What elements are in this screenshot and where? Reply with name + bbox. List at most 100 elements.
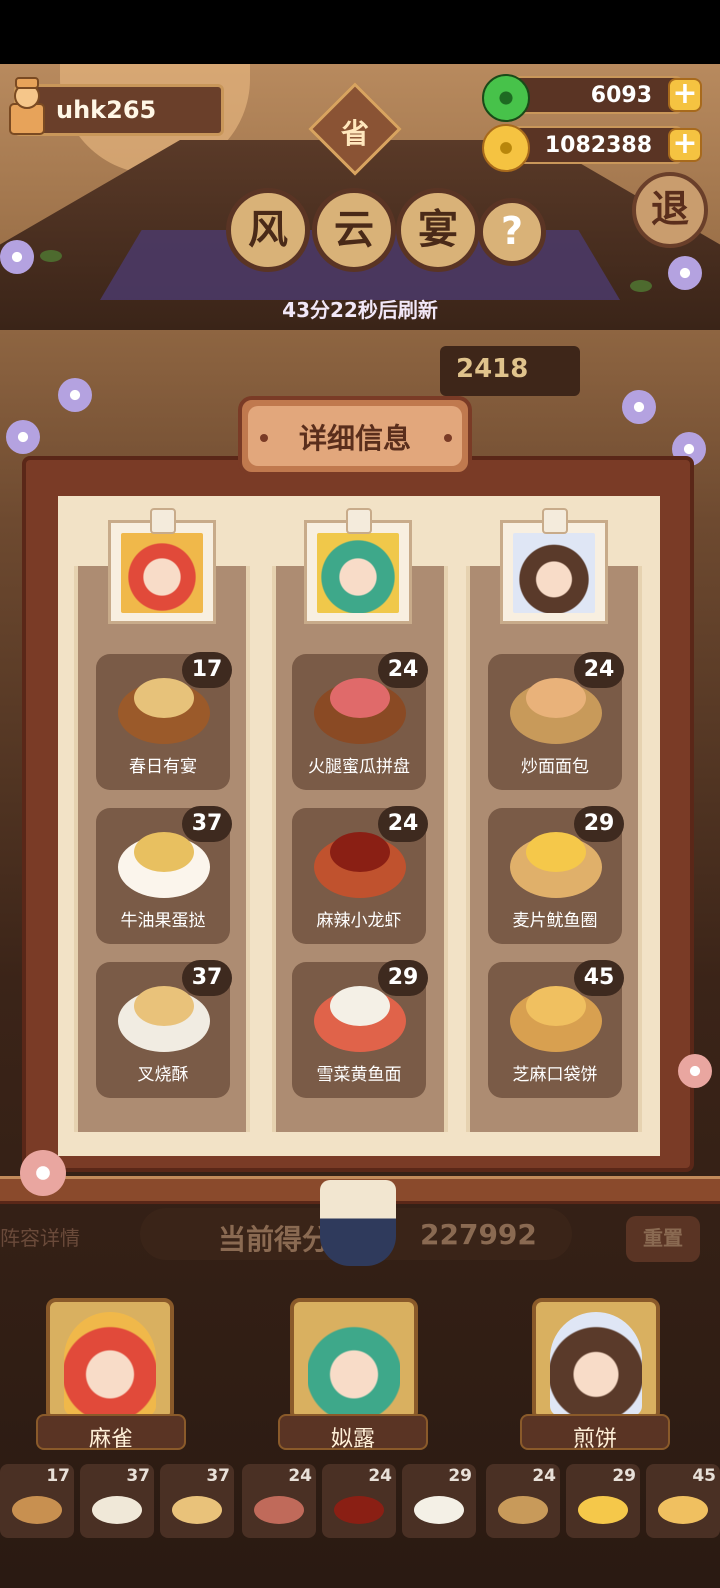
mini-dish-icon — [12, 1496, 62, 1524]
exit-button[interactable]: 退 — [632, 172, 708, 248]
mini-dish-score: 24 — [288, 1466, 312, 1486]
mini-dish-icon — [334, 1496, 384, 1524]
leaf-decoration — [40, 250, 62, 262]
province-badge: 省 — [340, 117, 369, 150]
add-jade-button[interactable]: + — [668, 78, 702, 112]
flower-decoration — [668, 256, 702, 290]
dish-food-icon — [134, 678, 194, 718]
close-tassel-button[interactable] — [320, 1180, 396, 1266]
status-bar — [0, 0, 720, 64]
dish-food-icon — [330, 678, 390, 718]
dish-name: 麦片鱿鱼圈 — [512, 911, 598, 931]
dish-score: 37 — [182, 806, 232, 842]
dish-card[interactable]: 24 火腿蜜瓜拼盘 — [292, 652, 428, 790]
mini-dish-score: 17 — [46, 1466, 70, 1486]
mini-dish-score: 37 — [126, 1466, 150, 1486]
character-card[interactable] — [290, 1298, 418, 1422]
character-name: 麻雀 — [88, 1427, 133, 1452]
mini-dish-icon — [92, 1496, 142, 1524]
title-char-yun: 云 — [312, 188, 396, 272]
mini-dish[interactable]: 17 — [0, 1464, 74, 1538]
dish-card[interactable]: 45 芝麻口袋饼 — [488, 960, 624, 1098]
title-char-yan: 宴 — [396, 188, 480, 272]
flower-decoration — [622, 390, 656, 424]
dish-food-icon — [526, 832, 586, 872]
add-gold-button[interactable]: + — [668, 128, 702, 162]
panel-title: 详细信息 — [298, 422, 411, 455]
side-score: 2418 — [456, 354, 529, 384]
dish-score: 24 — [574, 652, 624, 688]
flower-decoration — [20, 1150, 66, 1196]
character-card[interactable] — [46, 1298, 174, 1422]
character-name: 姒露 — [330, 1427, 375, 1452]
mini-dish-score: 24 — [368, 1466, 392, 1486]
photo-clip — [542, 508, 568, 534]
mini-dish-icon — [578, 1496, 628, 1524]
leaf-decoration — [630, 280, 652, 292]
title-char-feng: 风 — [226, 188, 310, 272]
dish-score: 24 — [378, 806, 428, 842]
dish-card[interactable]: 24 炒面面包 — [488, 652, 624, 790]
dish-name: 炒面面包 — [521, 757, 589, 777]
help-button[interactable]: ? — [478, 198, 546, 266]
photo-clip — [346, 508, 372, 534]
flower-decoration — [6, 420, 40, 454]
character-portrait[interactable] — [108, 520, 216, 624]
dish-score: 37 — [182, 960, 232, 996]
mini-dish-score: 37 — [206, 1466, 230, 1486]
character-avatar — [64, 1312, 156, 1416]
username: uhk265 — [56, 96, 157, 124]
character-portrait[interactable] — [500, 520, 608, 624]
dish-score: 17 — [182, 652, 232, 688]
mini-dish[interactable]: 24 — [322, 1464, 396, 1538]
mini-dish[interactable]: 29 — [402, 1464, 476, 1538]
dish-name: 火腿蜜瓜拼盘 — [308, 757, 410, 777]
dish-name: 雪菜黄鱼面 — [316, 1065, 402, 1085]
dish-card[interactable]: 37 牛油果蛋挞 — [96, 806, 232, 944]
dish-name: 芝麻口袋饼 — [512, 1065, 598, 1085]
character-portrait[interactable] — [304, 520, 412, 624]
mini-dish-icon — [658, 1496, 708, 1524]
current-score-value: 227992 — [420, 1218, 537, 1251]
dish-food-icon — [330, 986, 390, 1026]
character-card[interactable] — [532, 1298, 660, 1422]
dish-card[interactable]: 17 春日有宴 — [96, 652, 232, 790]
dish-card[interactable]: 24 麻辣小龙虾 — [292, 806, 428, 944]
character-portrait-image — [121, 533, 203, 613]
header-dot — [444, 434, 452, 442]
mini-dish[interactable]: 45 — [646, 1464, 720, 1538]
dish-card[interactable]: 29 雪菜黄鱼面 — [292, 960, 428, 1098]
character-portrait-image — [513, 533, 595, 613]
dish-score: 45 — [574, 960, 624, 996]
flower-decoration — [678, 1054, 712, 1088]
mini-dish-icon — [414, 1496, 464, 1524]
dish-food-icon — [134, 986, 194, 1026]
mini-dish[interactable]: 37 — [160, 1464, 234, 1538]
dish-name: 叉烧酥 — [137, 1065, 189, 1085]
mini-dish-icon — [498, 1496, 548, 1524]
character-name: 煎饼 — [572, 1427, 617, 1452]
flower-decoration — [0, 240, 34, 274]
dish-name: 牛油果蛋挞 — [120, 911, 206, 931]
flower-decoration — [58, 378, 92, 412]
lineup-detail-link[interactable]: 阵容详情 — [0, 1222, 80, 1251]
header-dot — [260, 434, 268, 442]
mini-dish-score: 29 — [612, 1466, 636, 1486]
mini-dish[interactable]: 37 — [80, 1464, 154, 1538]
mini-dish-score: 29 — [448, 1466, 472, 1486]
jade-currency-value: 6093 — [590, 83, 652, 108]
dish-card[interactable]: 29 麦片鱿鱼圈 — [488, 806, 624, 944]
mini-dish-icon — [254, 1496, 304, 1524]
character-portrait-image — [317, 533, 399, 613]
character-avatar — [550, 1312, 642, 1416]
dish-food-icon — [526, 678, 586, 718]
mini-dish[interactable]: 29 — [566, 1464, 640, 1538]
character-avatar — [308, 1312, 400, 1416]
dish-score: 29 — [574, 806, 624, 842]
mini-dish[interactable]: 24 — [486, 1464, 560, 1538]
mini-dish[interactable]: 24 — [242, 1464, 316, 1538]
reset-button[interactable]: 重置 — [626, 1216, 700, 1262]
dish-card[interactable]: 37 叉烧酥 — [96, 960, 232, 1098]
photo-clip — [150, 508, 176, 534]
dish-score: 29 — [378, 960, 428, 996]
